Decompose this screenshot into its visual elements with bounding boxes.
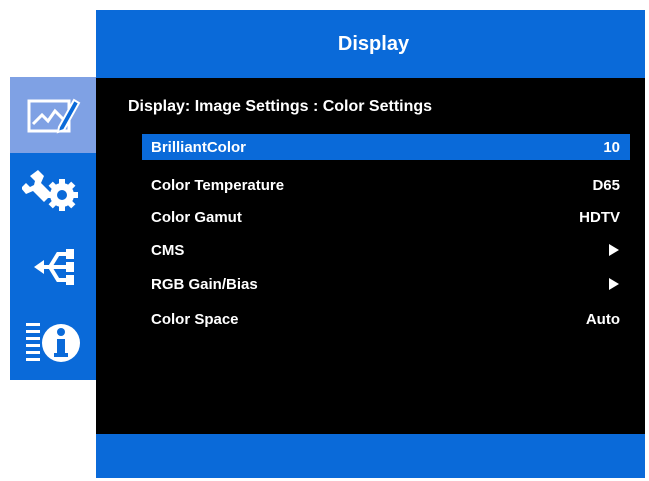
sidebar-item-settings[interactable] <box>10 153 96 229</box>
breadcrumb: Display: Image Settings : Color Settings <box>128 98 433 115</box>
information-icon <box>26 323 80 362</box>
display-picture-icon <box>27 98 81 134</box>
menu-item-label: RGB Gain/Bias <box>151 275 258 293</box>
connectivity-icon <box>34 249 74 285</box>
tools-settings-icon <box>22 170 78 211</box>
menu-item-label: Color Gamut <box>151 208 242 226</box>
sidebar <box>10 77 96 380</box>
menu-item-label: BrilliantColor <box>151 138 247 156</box>
menu-item-rgb-gain-bias[interactable]: RGB Gain/Bias <box>142 271 630 297</box>
header: Display <box>96 10 645 78</box>
menu-item-color-space[interactable]: Color Space Auto <box>142 306 630 332</box>
sidebar-item-display[interactable] <box>10 77 96 153</box>
footer-bar <box>96 434 645 478</box>
submenu-arrow-icon <box>609 244 619 256</box>
menu-panel: Display: Image Settings : Color Settings… <box>96 78 645 434</box>
menu-item-color-gamut[interactable]: Color Gamut HDTV <box>142 204 630 230</box>
menu-item-color-temperature[interactable]: Color Temperature D65 <box>142 172 630 198</box>
menu-item-label: Color Space <box>151 310 239 328</box>
sidebar-item-connectivity[interactable] <box>10 229 96 305</box>
sidebar-item-information[interactable] <box>10 305 96 381</box>
menu-item-label: Color Temperature <box>151 176 285 194</box>
menu-item-label: CMS <box>151 241 185 259</box>
page-title: Display <box>337 32 410 55</box>
menu-item-value: D65 <box>592 176 620 194</box>
menu-item-value: HDTV <box>579 208 620 226</box>
menu-item-value: 10 <box>603 138 620 156</box>
menu-item-value: Auto <box>585 310 620 328</box>
submenu-arrow-icon <box>609 278 619 290</box>
menu-item-brilliantcolor[interactable]: BrilliantColor 10 <box>142 134 630 160</box>
menu-item-cms[interactable]: CMS <box>142 237 630 263</box>
